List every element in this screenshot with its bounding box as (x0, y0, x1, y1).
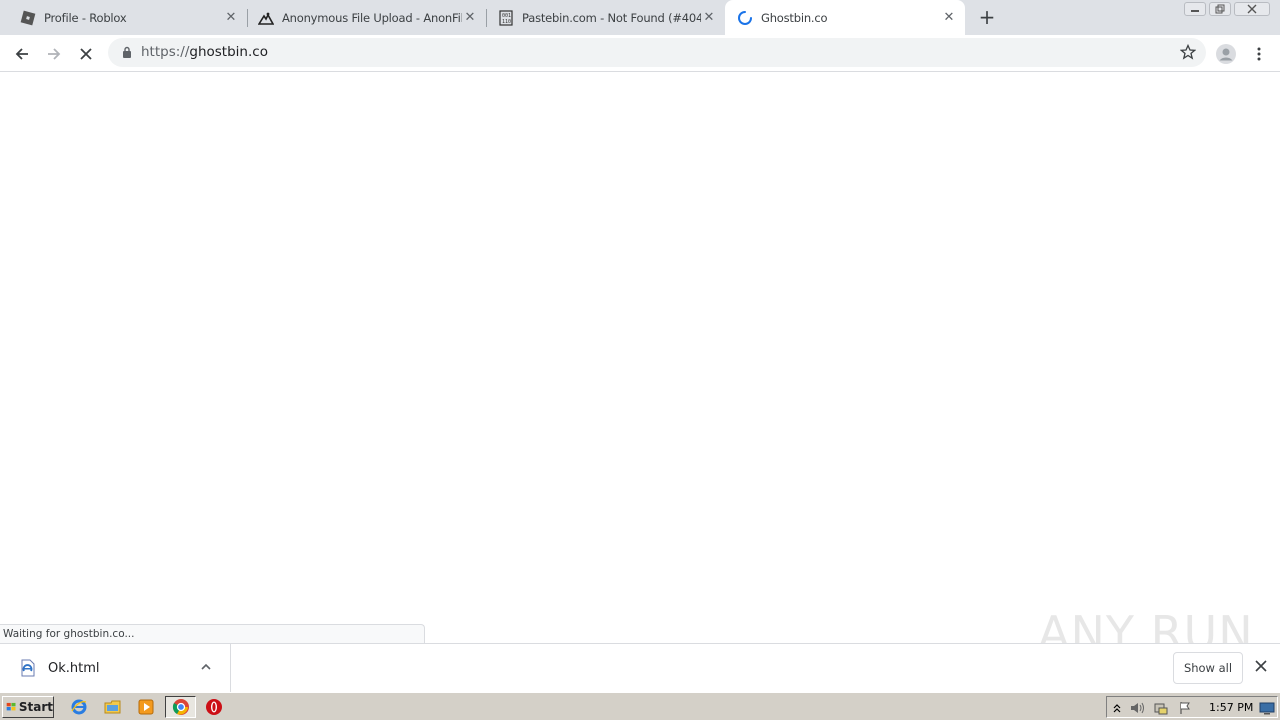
menu-button[interactable] (1246, 41, 1272, 67)
chrome-icon (172, 699, 189, 715)
close-tab-icon[interactable]: ✕ (941, 10, 957, 26)
action-center-flag-icon[interactable] (1177, 700, 1193, 716)
show-hidden-icons-button[interactable] (1109, 700, 1125, 716)
close-icon[interactable] (1254, 659, 1268, 673)
new-tab-button[interactable]: + (977, 7, 997, 27)
network-icon[interactable] (1153, 700, 1169, 716)
internet-explorer-icon (71, 699, 87, 715)
chevron-up-icon (1113, 704, 1121, 713)
back-arrow-icon (15, 48, 28, 60)
tab-anonfiles[interactable]: Anonymous File Upload - AnonFiles ✕ (238, 0, 486, 35)
minimize-icon (1191, 10, 1199, 12)
download-shelf: Ok.html Show all (0, 643, 1280, 693)
tab-title: Profile - Roblox (44, 10, 127, 25)
chevron-up-icon[interactable] (199, 660, 213, 674)
forward-button[interactable] (41, 41, 67, 67)
media-player-button[interactable] (134, 696, 158, 718)
loading-spinner-icon (737, 10, 753, 26)
pastebin-icon: 001 110 (498, 9, 514, 26)
anonfiles-icon (258, 10, 274, 26)
url-text[interactable]: https://ghostbin.co (141, 44, 268, 60)
browser-toolbar: https://ghostbin.co (0, 35, 1280, 72)
lock-icon (123, 46, 131, 58)
clock[interactable]: 1:57 PM (1209, 701, 1253, 714)
download-item[interactable]: Ok.html (0, 644, 231, 693)
address-bar[interactable]: https://ghostbin.co (108, 38, 1206, 67)
restore-button[interactable] (1209, 2, 1231, 16)
file-explorer-button[interactable] (101, 696, 125, 718)
start-label: Start (18, 700, 53, 714)
profile-avatar-icon (1216, 44, 1236, 64)
windows-logo-icon (6, 702, 16, 711)
show-all-button[interactable]: Show all (1173, 652, 1243, 684)
tab-pastebin[interactable]: 001 110 Pastebin.com - Not Found (#404) ✕ (478, 0, 725, 35)
url-scheme: https:// (141, 44, 190, 60)
minimize-button[interactable] (1184, 2, 1206, 16)
internet-explorer-button[interactable] (67, 696, 91, 718)
profile-button[interactable] (1213, 41, 1239, 67)
opera-button[interactable] (202, 696, 226, 718)
chrome-button[interactable] (165, 696, 196, 718)
close-tab-icon[interactable]: ✕ (223, 10, 239, 26)
forward-arrow-icon (48, 48, 61, 60)
close-tab-icon[interactable]: ✕ (462, 10, 478, 26)
tab-title: Pastebin.com - Not Found (#404) (522, 10, 701, 25)
close-tab-icon[interactable]: ✕ (701, 10, 717, 26)
media-player-icon (138, 699, 154, 715)
file-explorer-icon (104, 700, 121, 714)
restore-icon (1215, 4, 1225, 14)
page-content (0, 72, 1280, 643)
stop-loading-button[interactable] (73, 41, 99, 67)
start-button[interactable]: Start (2, 696, 54, 718)
opera-icon (206, 699, 222, 715)
tab-title: Ghostbin.co (761, 10, 828, 25)
tab-ghostbin[interactable]: Ghostbin.co ✕ (725, 0, 965, 35)
volume-icon[interactable] (1129, 700, 1145, 716)
windows-taskbar: Start 1:57 PM (0, 692, 1280, 720)
close-window-button[interactable] (1234, 2, 1270, 16)
kebab-menu-icon (1257, 47, 1261, 61)
roblox-icon (20, 10, 36, 26)
tab-strip: Profile - Roblox ✕ Anonymous File Upload… (0, 0, 1280, 35)
show-desktop-icon[interactable] (1259, 700, 1275, 716)
tab-title: Anonymous File Upload - AnonFiles (282, 10, 462, 25)
url-host: ghostbin.co (189, 44, 268, 60)
close-icon (1247, 4, 1257, 14)
back-button[interactable] (9, 41, 35, 67)
system-tray: 1:57 PM (1106, 696, 1278, 718)
status-bubble: Waiting for ghostbin.co... (0, 624, 425, 643)
bookmark-star-icon[interactable] (1180, 44, 1196, 60)
tab-roblox[interactable]: Profile - Roblox ✕ (0, 0, 247, 35)
download-filename: Ok.html (48, 661, 100, 676)
html-file-icon (21, 659, 35, 677)
svg-text:110: 110 (502, 19, 511, 25)
stop-icon (80, 48, 92, 60)
